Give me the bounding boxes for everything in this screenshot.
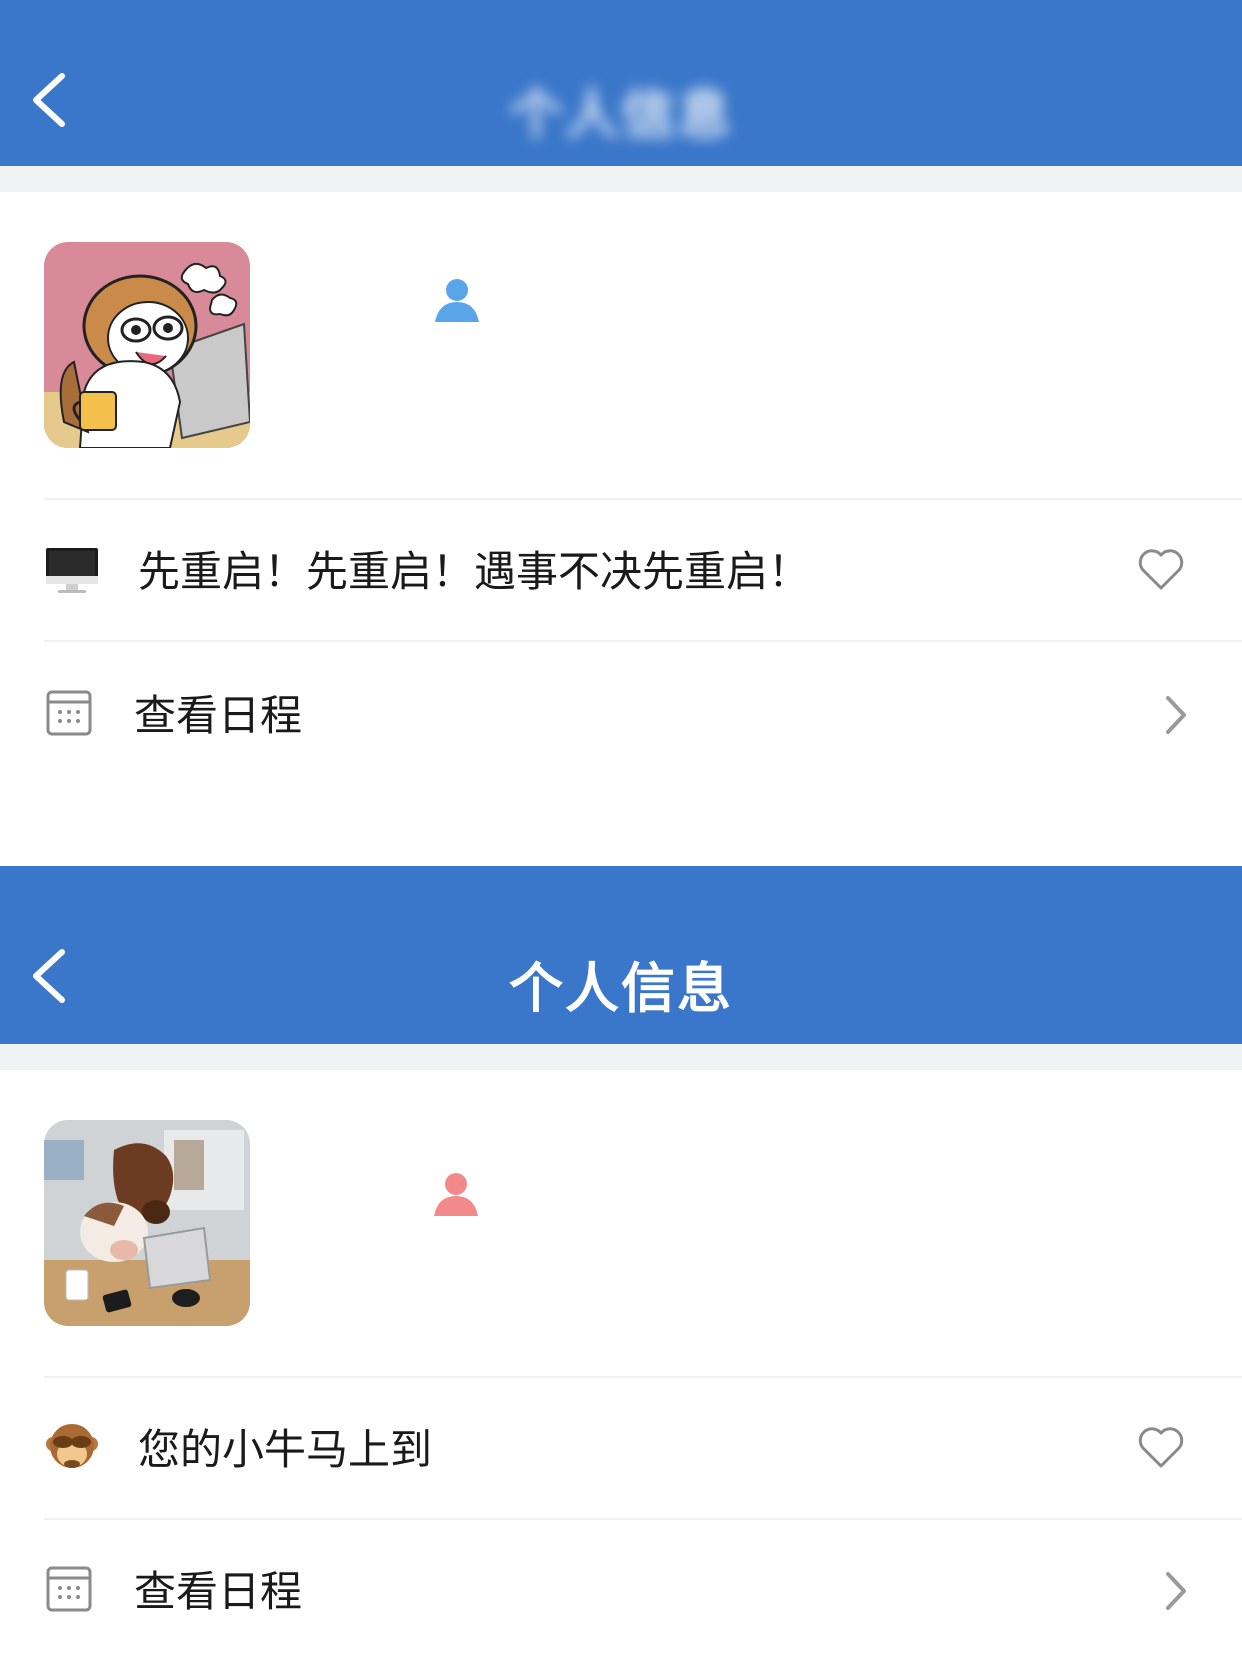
like-button[interactable] [1136,544,1186,594]
divider [44,640,1242,642]
see-no-evil-monkey-icon [44,1420,100,1476]
heart-icon [1138,549,1184,590]
cow-and-horse-at-desk-photo [44,1120,250,1326]
status-text: 先重启！先重启！遇事不决先重启！ [138,547,811,596]
desktop-computer-icon [44,542,100,598]
schedule-row[interactable]: 查看日程 [0,1520,1242,1660]
avatar[interactable] [44,1120,250,1326]
profile-header [0,192,1242,498]
male-person-icon [431,276,483,326]
profile-screen-2: 个人信息 您的小牛马上到 查看日程 [0,866,1242,1656]
schedule-label: 查看日程 [134,691,303,740]
schedule-row[interactable]: 查看日程 [0,644,1242,784]
like-button[interactable] [1136,1422,1186,1472]
profile-screen-1: 个人信息 先重启！先重启！遇事不决先重启！ 查看日程 [0,0,1242,780]
status-row: 您的小牛马上到 [0,1378,1242,1518]
navigation-bar: 个人信息 [0,866,1242,1044]
section-separator [0,1044,1242,1070]
chevron-right-icon [1158,1568,1192,1614]
navigation-bar: 个人信息 [0,0,1242,166]
chevron-right-icon [1158,692,1192,738]
avatar[interactable] [44,242,250,448]
profile-header [0,1070,1242,1376]
heart-icon [1138,1427,1184,1468]
female-person-icon [430,1170,482,1220]
status-text: 您的小牛马上到 [138,1425,433,1474]
dog-at-laptop-sticker [44,242,250,448]
page-title: 个人信息 [509,957,733,1020]
calendar-icon [44,686,100,742]
calendar-icon [44,1562,100,1618]
page-title: 个人信息 [509,83,733,146]
schedule-label: 查看日程 [134,1567,303,1616]
status-row: 先重启！先重启！遇事不决先重启！ [0,500,1242,640]
section-separator [0,166,1242,192]
